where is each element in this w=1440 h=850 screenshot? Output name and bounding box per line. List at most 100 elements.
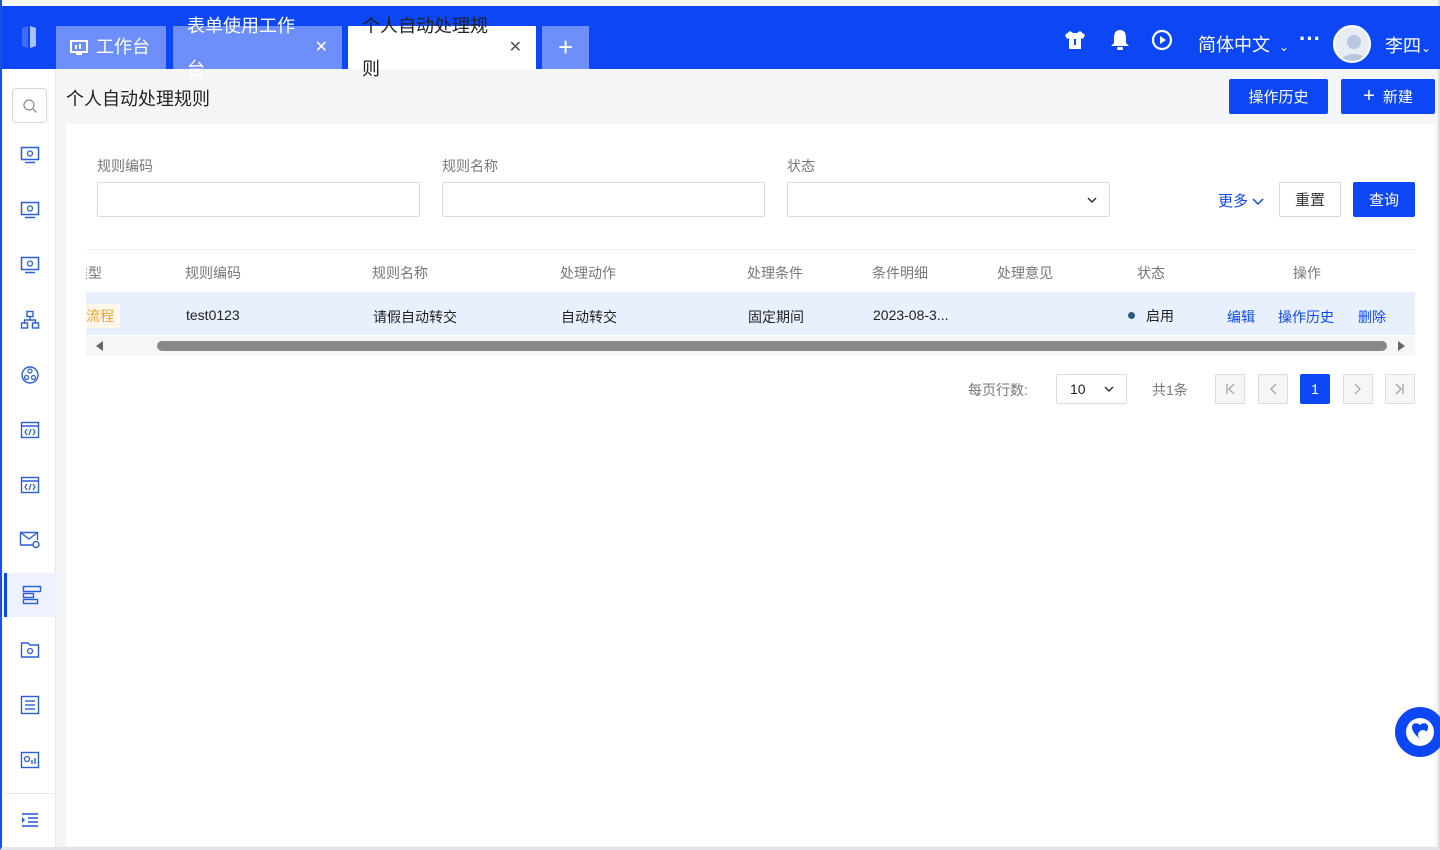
rows-per-page-label: 每页行数: xyxy=(968,382,1028,398)
close-icon[interactable]: ✕ xyxy=(315,26,328,69)
menu-collapse-icon xyxy=(22,813,38,827)
column-header: 规则名称 xyxy=(372,265,428,281)
chevron-right-icon xyxy=(1354,383,1361,395)
play-icon[interactable] xyxy=(1150,28,1174,52)
filter-code-label: 规则编码 xyxy=(97,158,153,174)
column-header: 规则编码 xyxy=(185,265,241,281)
prev-page-button[interactable] xyxy=(1258,374,1288,404)
column-header: 条件明细 xyxy=(872,265,928,281)
cell-detail: 2023-08-3... xyxy=(873,307,949,323)
button-label: 查询 xyxy=(1368,192,1399,209)
sidebar-divider xyxy=(4,793,56,794)
assistant-float-button[interactable] xyxy=(1395,707,1440,757)
sidebar-item-org[interactable] xyxy=(4,298,56,342)
type-cell: 流程 xyxy=(86,292,186,335)
filter-name-label: 规则名称 xyxy=(442,158,498,174)
org-icon xyxy=(20,310,40,329)
page-size-select[interactable]: 10 xyxy=(1056,374,1127,404)
column-header: 处理动作 xyxy=(560,265,616,281)
logo-icon xyxy=(22,26,36,48)
search-icon xyxy=(22,98,37,113)
button-label: 操作历史 xyxy=(1248,89,1309,106)
plus-icon: + xyxy=(558,32,574,62)
network-icon xyxy=(21,366,39,384)
table-header: 类型 规则编码 规则名称 处理动作 处理条件 条件明细 处理意见 状态 操作 xyxy=(86,254,1415,292)
delete-link[interactable]: 删除 xyxy=(1358,307,1386,327)
next-page-button[interactable] xyxy=(1343,374,1373,404)
tab-label: 个人自动处理规则 xyxy=(362,15,488,79)
tab-workbench[interactable]: 工作台 xyxy=(56,26,166,69)
column-header: 状态 xyxy=(1137,265,1165,281)
user-name: 李四 xyxy=(1385,36,1421,56)
column-header: 处理条件 xyxy=(747,265,803,281)
operation-history-link[interactable]: 操作历史 xyxy=(1278,307,1334,327)
shirt-icon[interactable] xyxy=(1063,28,1087,52)
total-count: 共1条 xyxy=(1152,382,1188,398)
tab-label: 表单使用工作台 xyxy=(187,15,295,79)
sidebar-item-network[interactable] xyxy=(4,353,56,397)
more-label: 更多 xyxy=(1218,193,1249,210)
scroll-left-icon[interactable] xyxy=(96,341,104,351)
sidebar-item-app-1[interactable] xyxy=(4,133,56,177)
user-menu[interactable]: 李四⌄ xyxy=(1385,32,1431,58)
bell-icon[interactable] xyxy=(1108,28,1132,52)
status-badge: 启用 xyxy=(1146,308,1174,324)
page-button-current[interactable]: 1 xyxy=(1300,374,1330,404)
cell-action: 自动转交 xyxy=(561,309,617,325)
monitor-icon xyxy=(70,39,88,55)
flow-icon xyxy=(22,585,41,605)
button-label: 重置 xyxy=(1294,192,1325,209)
tab-auto-rules[interactable]: 个人自动处理规则 ✕ xyxy=(348,16,536,79)
first-page-button[interactable] xyxy=(1215,374,1245,404)
status-select[interactable] xyxy=(787,182,1110,217)
sidebar-item-app-3[interactable] xyxy=(4,243,56,287)
rule-name-input[interactable] xyxy=(442,182,765,217)
column-header: 处理意见 xyxy=(997,265,1053,281)
cell-name: 请假自动转交 xyxy=(373,309,457,325)
chevron-down-icon: ⌄ xyxy=(1279,40,1290,54)
tab-form-workbench[interactable]: 表单使用工作台 ✕ xyxy=(173,16,342,79)
edit-link[interactable]: 编辑 xyxy=(1227,307,1255,327)
sidebar-search-button[interactable] xyxy=(12,88,47,123)
scroll-right-icon[interactable] xyxy=(1397,341,1405,351)
operation-history-button[interactable]: 操作历史 xyxy=(1229,79,1328,114)
cell-code: test0123 xyxy=(186,307,240,323)
sidebar-item-folder[interactable] xyxy=(4,628,56,672)
query-button[interactable]: 查询 xyxy=(1353,182,1415,217)
app-icon xyxy=(20,256,40,274)
more-filters-link[interactable]: 更多 xyxy=(1218,190,1264,211)
sidebar-item-code-2[interactable] xyxy=(4,463,56,507)
avatar[interactable] xyxy=(1333,25,1371,63)
top-bar: 工作台 表单使用工作台 ✕ 个人自动处理规则 ✕ + 简体中文 ⌄ ··· 李四… xyxy=(2,6,1440,79)
type-tag: 流程 xyxy=(86,304,120,328)
first-page-icon xyxy=(1226,383,1235,395)
button-label: 新建 xyxy=(1382,89,1413,106)
code-window-icon xyxy=(20,421,40,439)
sidebar-item-code-1[interactable] xyxy=(4,408,56,452)
page-size-value: 10 xyxy=(1070,381,1086,397)
sidebar-collapse-button[interactable] xyxy=(4,798,56,842)
horizontal-scrollbar[interactable] xyxy=(86,336,1415,356)
folder-settings-icon xyxy=(20,642,40,658)
sidebar-item-flow[interactable] xyxy=(4,573,56,617)
cell-condition: 固定期间 xyxy=(748,309,804,325)
more-icon[interactable]: ··· xyxy=(1299,26,1321,52)
sidebar-item-list[interactable] xyxy=(4,683,56,727)
code-window-icon xyxy=(20,476,40,494)
last-page-button[interactable] xyxy=(1385,374,1415,404)
chevron-down-icon: ⌄ xyxy=(1421,41,1432,55)
sidebar-item-app-2[interactable] xyxy=(4,188,56,232)
list-settings-icon xyxy=(20,695,40,715)
add-tab-button[interactable]: + xyxy=(542,26,589,69)
new-button[interactable]: + 新建 xyxy=(1341,79,1435,114)
assistant-icon xyxy=(1406,718,1434,746)
reset-button[interactable]: 重置 xyxy=(1279,182,1341,217)
language-label: 简体中文 xyxy=(1198,35,1270,55)
sidebar-item-chart[interactable] xyxy=(4,738,56,782)
scrollbar-thumb[interactable] xyxy=(157,341,1387,351)
last-page-icon xyxy=(1395,383,1404,395)
sidebar-item-mail[interactable] xyxy=(4,518,56,562)
rule-code-input[interactable] xyxy=(97,182,420,217)
language-selector[interactable]: 简体中文 ⌄ xyxy=(1198,31,1289,57)
close-icon[interactable]: ✕ xyxy=(509,26,522,69)
